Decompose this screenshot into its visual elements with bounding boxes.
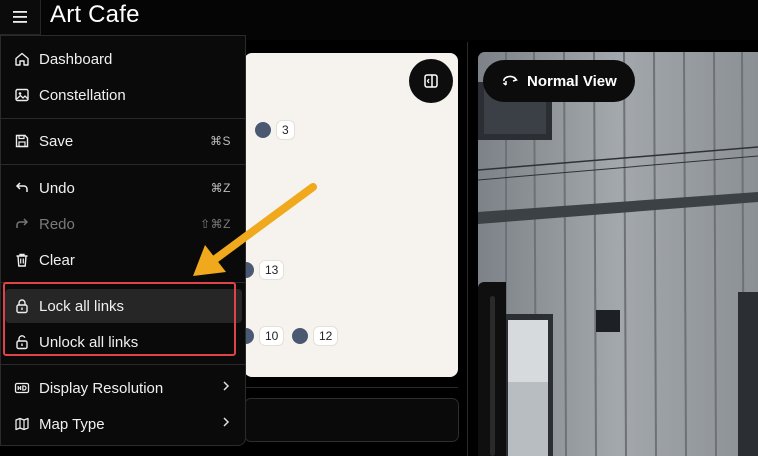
- annotation-arrow-icon: [193, 183, 317, 276]
